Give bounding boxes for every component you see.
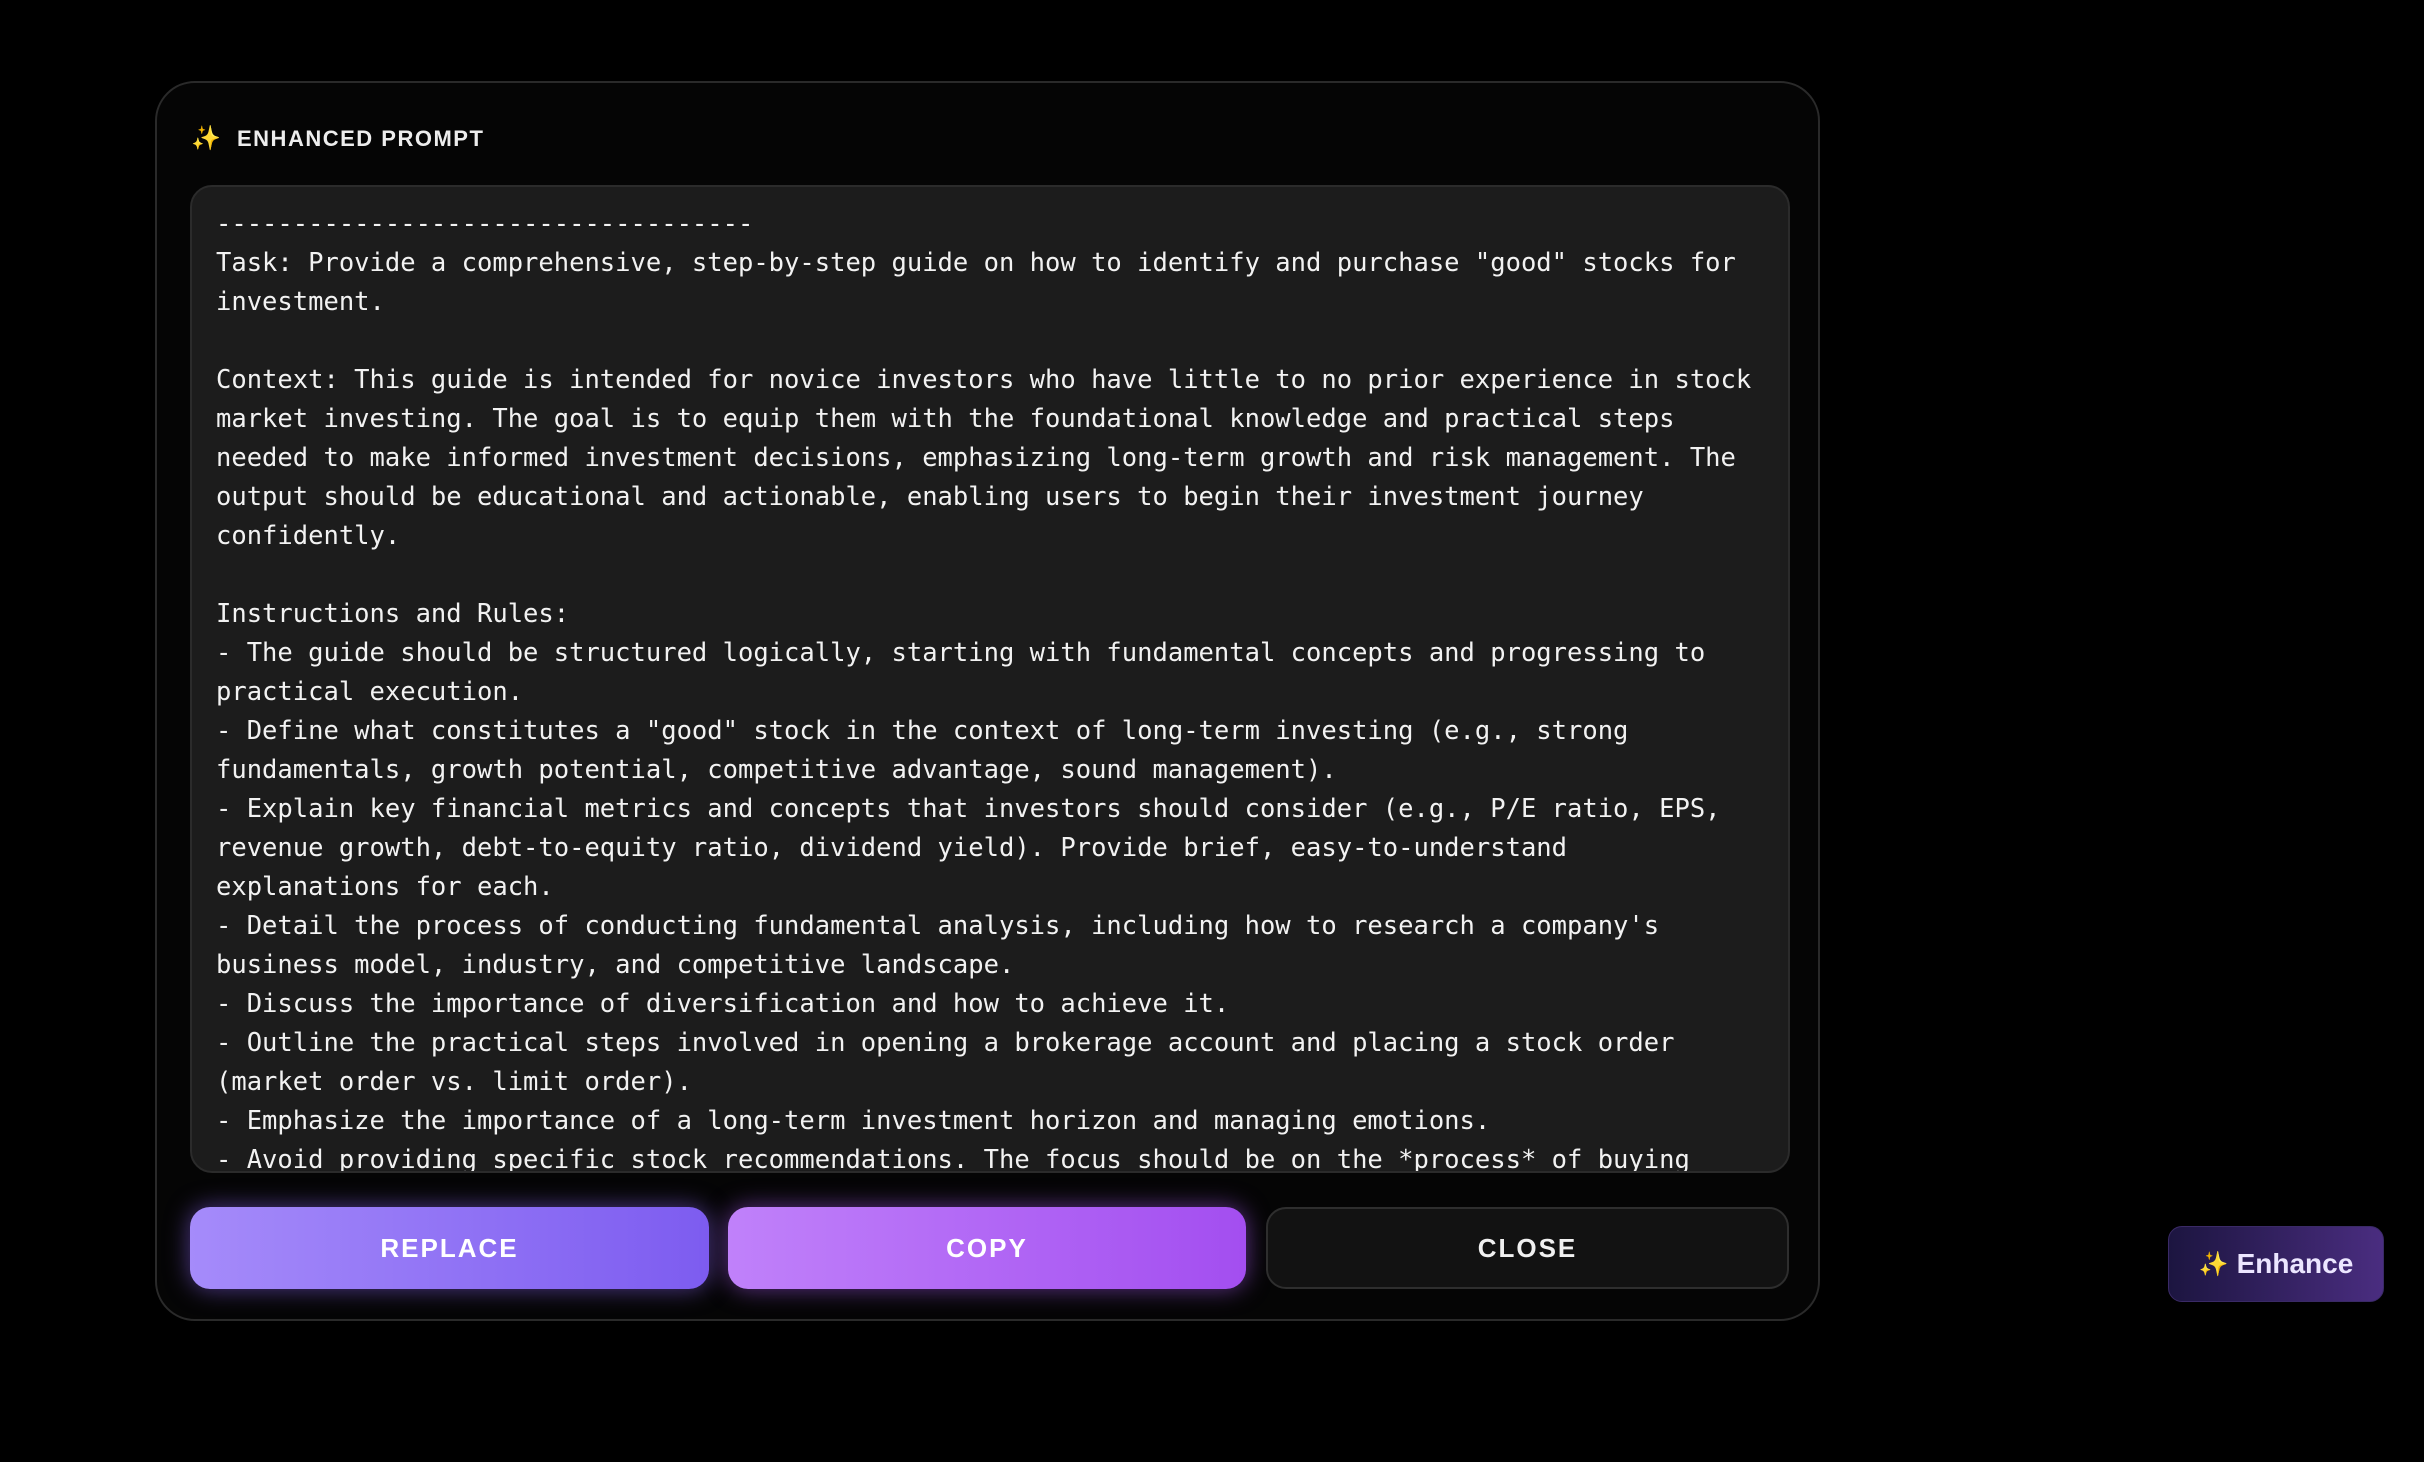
sparkles-icon: ✨	[2198, 1250, 2229, 1278]
enhanced-prompt-text[interactable]: ----------------------------------- Task…	[190, 185, 1790, 1173]
copy-button[interactable]: COPY	[728, 1207, 1246, 1289]
enhance-button-label: Enhance	[2236, 1248, 2354, 1279]
replace-button[interactable]: REPLACE	[190, 1207, 709, 1289]
enhance-button[interactable]: ✨ Enhance	[2168, 1226, 2384, 1302]
dialog-header: ✨ ENHANCED PROMPT	[191, 119, 484, 159]
enhanced-prompt-dialog: ✨ ENHANCED PROMPT ----------------------…	[155, 81, 1820, 1321]
sparkles-icon: ✨	[191, 125, 221, 152]
dialog-title: ENHANCED PROMPT	[237, 126, 485, 151]
close-button[interactable]: CLOSE	[1266, 1207, 1789, 1289]
